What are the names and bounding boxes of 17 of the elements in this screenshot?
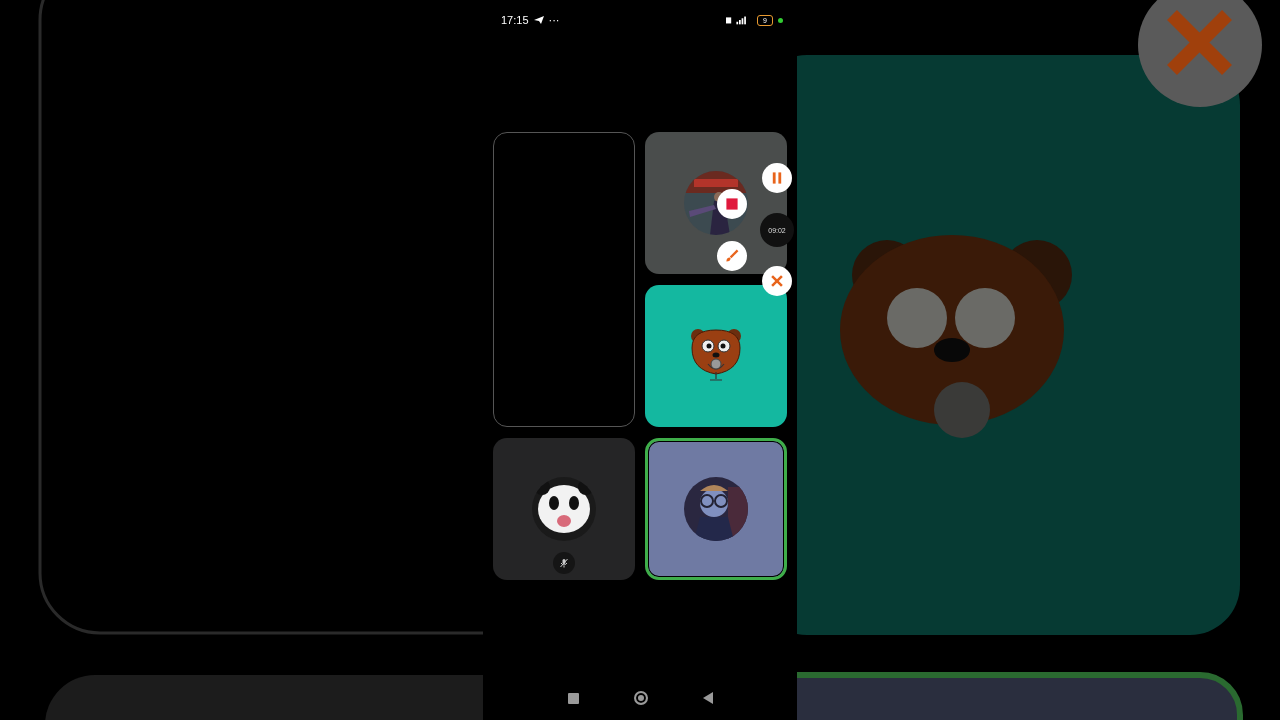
tools-button[interactable] — [762, 266, 792, 296]
recents-button[interactable] — [567, 692, 579, 704]
camera-indicator-icon — [778, 17, 783, 23]
status-time: 17:15 — [501, 14, 529, 26]
participant-tile[interactable] — [493, 132, 635, 427]
pause-icon — [770, 171, 784, 185]
home-button[interactable] — [633, 691, 648, 705]
more-notifications: ··· — [548, 14, 560, 26]
participant-tile[interactable] — [493, 438, 635, 580]
stop-icon — [725, 197, 739, 211]
send-icon — [533, 15, 544, 25]
tools-icon — [770, 274, 784, 288]
participant-tile[interactable] — [645, 438, 787, 580]
back-button[interactable] — [702, 692, 713, 704]
participant-tile[interactable] — [645, 285, 787, 427]
brush-icon — [725, 249, 739, 263]
mic-off-icon — [553, 552, 575, 574]
